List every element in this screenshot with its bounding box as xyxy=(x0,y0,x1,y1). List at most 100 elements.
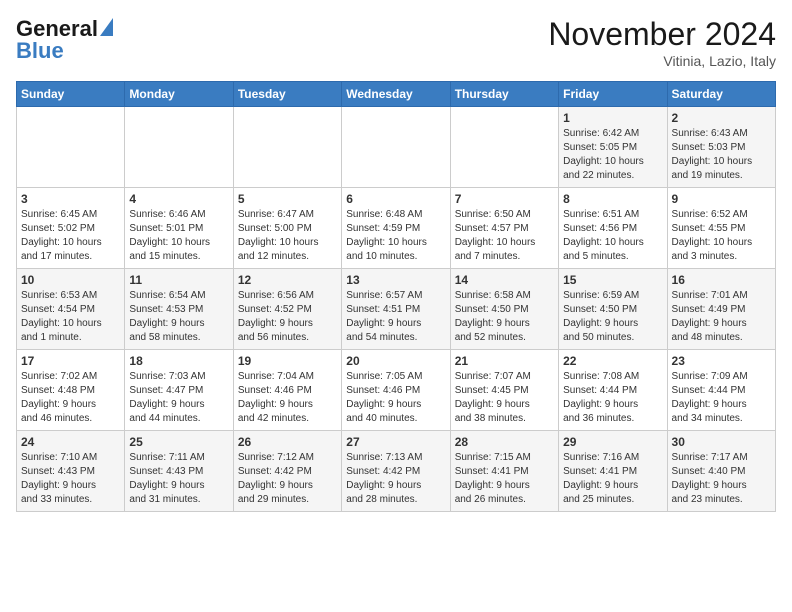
day-info: Sunrise: 6:42 AM Sunset: 5:05 PM Dayligh… xyxy=(563,127,662,183)
day-info: Sunrise: 6:54 AM Sunset: 4:53 PM Dayligh… xyxy=(129,289,228,345)
day-number: 4 xyxy=(129,192,228,206)
calendar-cell: 4 Sunrise: 6:46 AM Sunset: 5:01 PM Daylig… xyxy=(125,188,233,269)
calendar-cell: 9 Sunrise: 6:52 AM Sunset: 4:55 PM Daylig… xyxy=(667,188,775,269)
week-row-3: 17Sunrise: 7:02 AM Sunset: 4:48 PM Dayli… xyxy=(17,350,776,431)
calendar-cell: 6 Sunrise: 6:48 AM Sunset: 4:59 PM Daylig… xyxy=(342,188,450,269)
day-info: Sunrise: 7:08 AM Sunset: 4:44 PM Dayligh… xyxy=(563,370,662,426)
calendar-cell: 16 Sunrise: 7:01 AM Sunset: 4:49 PM Dayli… xyxy=(667,269,775,350)
calendar-cell: 25 Sunrise: 7:11 AM Sunset: 4:43 PM Dayli… xyxy=(125,431,233,512)
day-info: Sunrise: 6:56 AM Sunset: 4:52 PM Dayligh… xyxy=(238,289,337,345)
header-row: SundayMondayTuesdayWednesdayThursdayFrid… xyxy=(17,82,776,107)
day-number: 1 xyxy=(563,111,662,125)
day-number: 6 xyxy=(346,192,445,206)
calendar-cell: 15Sunrise: 6:59 AM Sunset: 4:50 PM Dayli… xyxy=(559,269,667,350)
logo-blue-text: Blue xyxy=(16,38,64,64)
day-number: 27 xyxy=(346,435,445,449)
calendar-cell: 21Sunrise: 7:07 AM Sunset: 4:45 PM Dayli… xyxy=(450,350,558,431)
day-info: Sunrise: 7:09 AM Sunset: 4:44 PM Dayligh… xyxy=(672,370,771,426)
day-number: 23 xyxy=(672,354,771,368)
calendar-cell: 7 Sunrise: 6:50 AM Sunset: 4:57 PM Daylig… xyxy=(450,188,558,269)
day-info: Sunrise: 7:04 AM Sunset: 4:46 PM Dayligh… xyxy=(238,370,337,426)
day-number: 7 xyxy=(455,192,554,206)
title-block: November 2024 Vitinia, Lazio, Italy xyxy=(548,16,776,69)
day-number: 9 xyxy=(672,192,771,206)
day-number: 20 xyxy=(346,354,445,368)
day-number: 15 xyxy=(563,273,662,287)
day-info: Sunrise: 6:52 AM Sunset: 4:55 PM Dayligh… xyxy=(672,208,771,264)
day-info: Sunrise: 7:15 AM Sunset: 4:41 PM Dayligh… xyxy=(455,451,554,507)
calendar-cell: 20 Sunrise: 7:05 AM Sunset: 4:46 PM Dayli… xyxy=(342,350,450,431)
day-info: Sunrise: 7:05 AM Sunset: 4:46 PM Dayligh… xyxy=(346,370,445,426)
day-info: Sunrise: 6:57 AM Sunset: 4:51 PM Dayligh… xyxy=(346,289,445,345)
calendar-cell: 14Sunrise: 6:58 AM Sunset: 4:50 PM Dayli… xyxy=(450,269,558,350)
day-info: Sunrise: 7:11 AM Sunset: 4:43 PM Dayligh… xyxy=(129,451,228,507)
day-info: Sunrise: 7:17 AM Sunset: 4:40 PM Dayligh… xyxy=(672,451,771,507)
day-info: Sunrise: 7:01 AM Sunset: 4:49 PM Dayligh… xyxy=(672,289,771,345)
week-row-4: 24 Sunrise: 7:10 AM Sunset: 4:43 PM Dayli… xyxy=(17,431,776,512)
calendar-cell: 2 Sunrise: 6:43 AM Sunset: 5:03 PM Daylig… xyxy=(667,107,775,188)
calendar-cell xyxy=(342,107,450,188)
logo: General Blue xyxy=(16,16,113,64)
day-number: 24 xyxy=(21,435,120,449)
calendar-cell: 28 Sunrise: 7:15 AM Sunset: 4:41 PM Dayli… xyxy=(450,431,558,512)
calendar-cell: 19 Sunrise: 7:04 AM Sunset: 4:46 PM Dayli… xyxy=(233,350,341,431)
calendar-cell xyxy=(125,107,233,188)
header-day-friday: Friday xyxy=(559,82,667,107)
location: Vitinia, Lazio, Italy xyxy=(548,53,776,69)
header-day-sunday: Sunday xyxy=(17,82,125,107)
calendar-table: SundayMondayTuesdayWednesdayThursdayFrid… xyxy=(16,81,776,512)
day-info: Sunrise: 6:53 AM Sunset: 4:54 PM Dayligh… xyxy=(21,289,120,345)
header-day-monday: Monday xyxy=(125,82,233,107)
day-info: Sunrise: 7:13 AM Sunset: 4:42 PM Dayligh… xyxy=(346,451,445,507)
calendar-cell: 27 Sunrise: 7:13 AM Sunset: 4:42 PM Dayli… xyxy=(342,431,450,512)
week-row-2: 10 Sunrise: 6:53 AM Sunset: 4:54 PM Dayli… xyxy=(17,269,776,350)
day-number: 26 xyxy=(238,435,337,449)
page-header: General Blue November 2024 Vitinia, Lazi… xyxy=(16,16,776,69)
calendar-cell: 10 Sunrise: 6:53 AM Sunset: 4:54 PM Dayli… xyxy=(17,269,125,350)
header-day-wednesday: Wednesday xyxy=(342,82,450,107)
logo-triangle-icon xyxy=(100,18,113,36)
day-number: 5 xyxy=(238,192,337,206)
calendar-body: 1 Sunrise: 6:42 AM Sunset: 5:05 PM Daylig… xyxy=(17,107,776,512)
day-info: Sunrise: 6:48 AM Sunset: 4:59 PM Dayligh… xyxy=(346,208,445,264)
day-number: 10 xyxy=(21,273,120,287)
calendar-cell: 13Sunrise: 6:57 AM Sunset: 4:51 PM Dayli… xyxy=(342,269,450,350)
day-number: 19 xyxy=(238,354,337,368)
calendar-header: SundayMondayTuesdayWednesdayThursdayFrid… xyxy=(17,82,776,107)
day-info: Sunrise: 6:43 AM Sunset: 5:03 PM Dayligh… xyxy=(672,127,771,183)
day-info: Sunrise: 7:02 AM Sunset: 4:48 PM Dayligh… xyxy=(21,370,120,426)
day-number: 12 xyxy=(238,273,337,287)
calendar-cell: 23 Sunrise: 7:09 AM Sunset: 4:44 PM Dayli… xyxy=(667,350,775,431)
day-info: Sunrise: 6:51 AM Sunset: 4:56 PM Dayligh… xyxy=(563,208,662,264)
calendar-cell: 30 Sunrise: 7:17 AM Sunset: 4:40 PM Dayli… xyxy=(667,431,775,512)
calendar-cell: 17Sunrise: 7:02 AM Sunset: 4:48 PM Dayli… xyxy=(17,350,125,431)
day-info: Sunrise: 7:10 AM Sunset: 4:43 PM Dayligh… xyxy=(21,451,120,507)
day-info: Sunrise: 6:47 AM Sunset: 5:00 PM Dayligh… xyxy=(238,208,337,264)
day-number: 29 xyxy=(563,435,662,449)
calendar-cell: 5 Sunrise: 6:47 AM Sunset: 5:00 PM Daylig… xyxy=(233,188,341,269)
day-number: 25 xyxy=(129,435,228,449)
day-info: Sunrise: 7:12 AM Sunset: 4:42 PM Dayligh… xyxy=(238,451,337,507)
header-day-tuesday: Tuesday xyxy=(233,82,341,107)
day-number: 16 xyxy=(672,273,771,287)
day-info: Sunrise: 6:50 AM Sunset: 4:57 PM Dayligh… xyxy=(455,208,554,264)
day-number: 2 xyxy=(672,111,771,125)
day-number: 3 xyxy=(21,192,120,206)
day-number: 18 xyxy=(129,354,228,368)
day-number: 28 xyxy=(455,435,554,449)
day-number: 11 xyxy=(129,273,228,287)
calendar-cell: 22 Sunrise: 7:08 AM Sunset: 4:44 PM Dayli… xyxy=(559,350,667,431)
day-number: 30 xyxy=(672,435,771,449)
week-row-0: 1 Sunrise: 6:42 AM Sunset: 5:05 PM Daylig… xyxy=(17,107,776,188)
calendar-cell xyxy=(450,107,558,188)
day-number: 21 xyxy=(455,354,554,368)
calendar-cell: 11 Sunrise: 6:54 AM Sunset: 4:53 PM Dayli… xyxy=(125,269,233,350)
day-number: 22 xyxy=(563,354,662,368)
calendar-cell: 29 Sunrise: 7:16 AM Sunset: 4:41 PM Dayli… xyxy=(559,431,667,512)
day-info: Sunrise: 7:16 AM Sunset: 4:41 PM Dayligh… xyxy=(563,451,662,507)
calendar-cell: 18 Sunrise: 7:03 AM Sunset: 4:47 PM Dayli… xyxy=(125,350,233,431)
day-info: Sunrise: 6:45 AM Sunset: 5:02 PM Dayligh… xyxy=(21,208,120,264)
day-info: Sunrise: 6:46 AM Sunset: 5:01 PM Dayligh… xyxy=(129,208,228,264)
calendar-cell: 12 Sunrise: 6:56 AM Sunset: 4:52 PM Dayli… xyxy=(233,269,341,350)
day-info: Sunrise: 7:03 AM Sunset: 4:47 PM Dayligh… xyxy=(129,370,228,426)
